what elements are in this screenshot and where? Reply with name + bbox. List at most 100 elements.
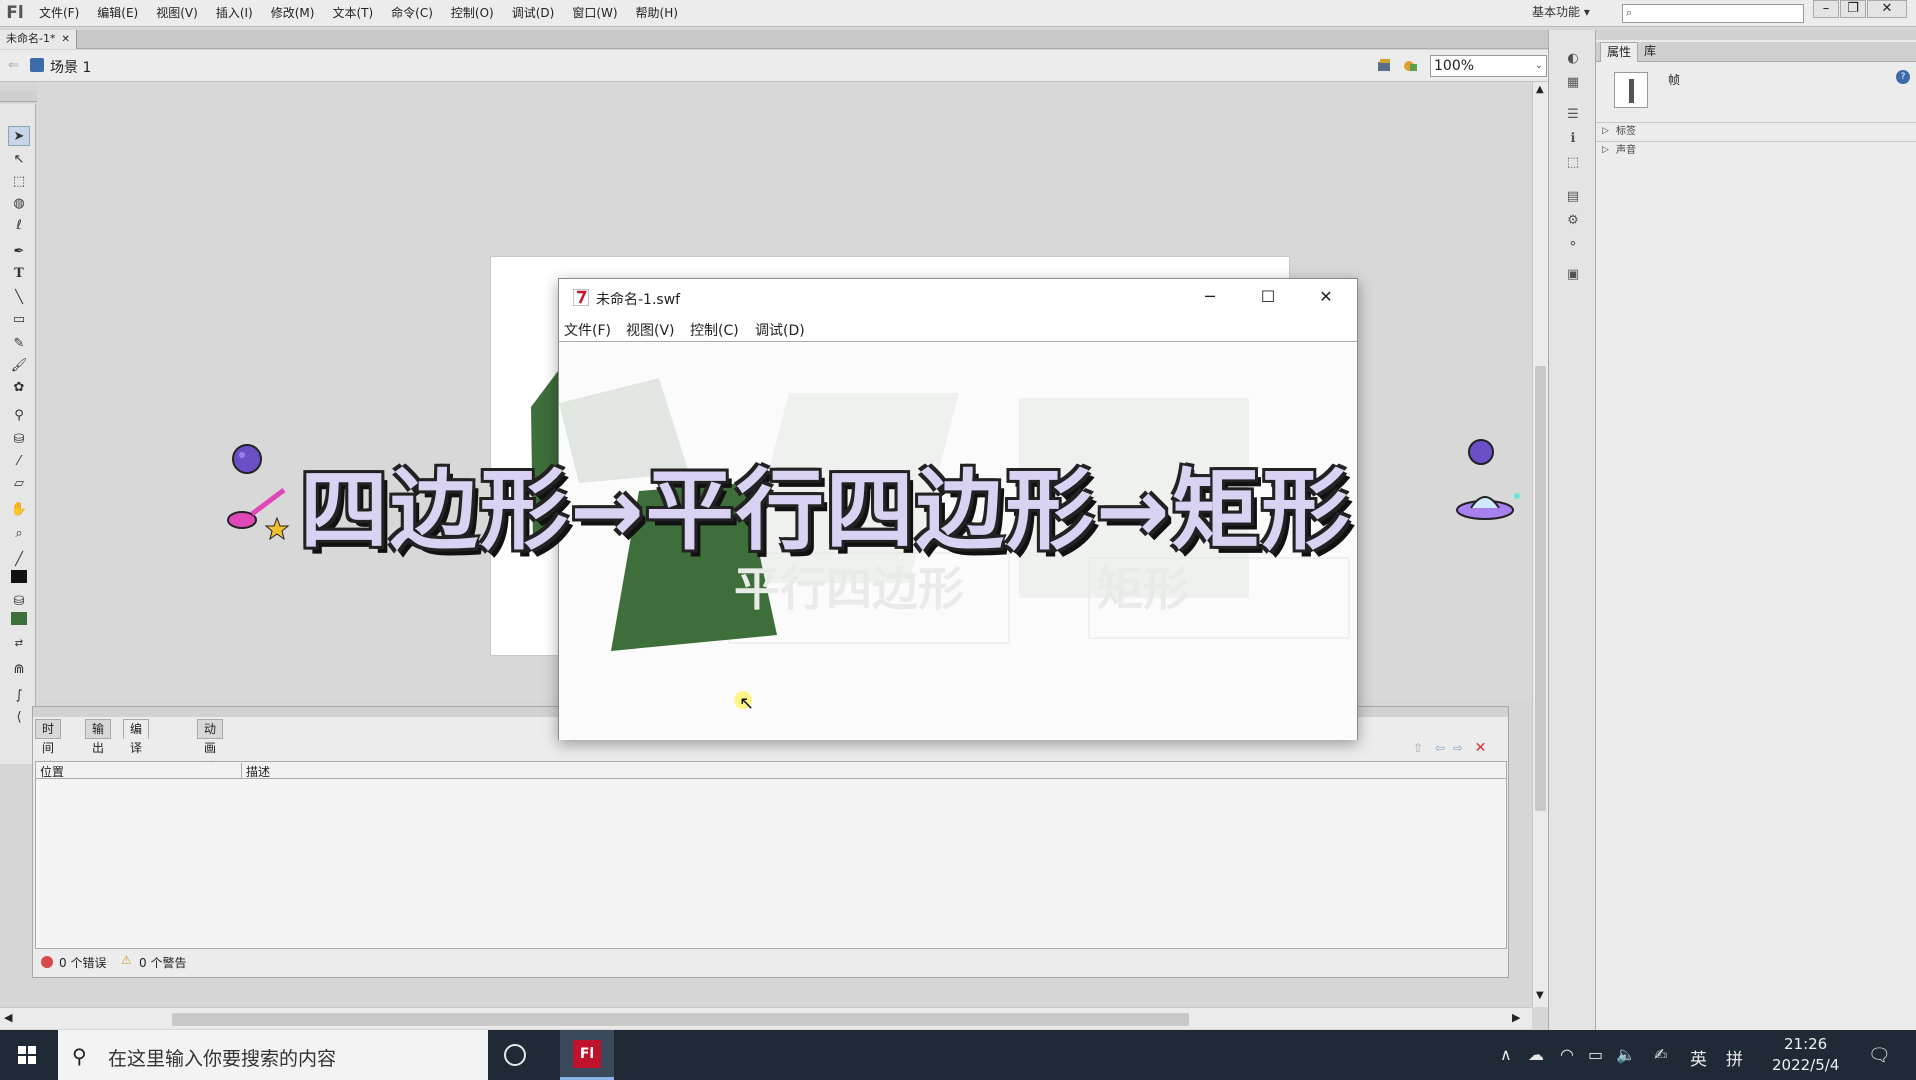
swf-menu-debug[interactable]: 调试(D): [755, 320, 805, 340]
menu-edit[interactable]: 编辑(E): [88, 0, 147, 27]
tab-timeline[interactable]: 时间轴: [35, 719, 62, 774]
horizontal-scrollbar[interactable]: ◀ ▶: [0, 1007, 1532, 1029]
info-panel-icon[interactable]: ℹ: [1564, 130, 1582, 148]
components-panel-icon[interactable]: ⚙: [1564, 212, 1582, 230]
help-icon[interactable]: ?: [1896, 70, 1910, 84]
clock-time[interactable]: 21:26: [1784, 1035, 1827, 1053]
clock-date[interactable]: 2022/5/4: [1772, 1056, 1839, 1074]
3d-rotation-tool-icon[interactable]: ◍: [8, 194, 30, 214]
zoom-tool-icon[interactable]: ⌕: [8, 524, 30, 544]
pencil-tool-icon[interactable]: ✎: [8, 334, 30, 354]
notification-center-icon[interactable]: 🗨: [1868, 1045, 1891, 1066]
swf-maximize-button[interactable]: ☐: [1239, 279, 1297, 316]
menu-control[interactable]: 控制(O): [442, 0, 503, 27]
menu-window[interactable]: 窗口(W): [563, 0, 626, 27]
swf-menu-control[interactable]: 控制(C): [690, 320, 739, 340]
motion-presets-icon[interactable]: ⚬: [1564, 236, 1582, 254]
volume-icon[interactable]: 🔈: [1616, 1045, 1636, 1064]
edit-symbol-icon[interactable]: [1402, 58, 1420, 74]
minimize-button[interactable]: –: [1813, 0, 1839, 18]
column-location[interactable]: 位置: [40, 763, 64, 780]
brush-tool-icon[interactable]: 🖌: [8, 356, 30, 376]
menu-help[interactable]: 帮助(H): [627, 0, 687, 27]
paint-bucket-tool-icon[interactable]: ⛁: [8, 430, 30, 450]
battery-icon[interactable]: ▭: [1588, 1045, 1603, 1064]
swf-menu-view[interactable]: 视图(V): [626, 320, 675, 340]
eraser-tool-icon[interactable]: ▱: [8, 474, 30, 494]
straighten-icon[interactable]: ⟨: [8, 708, 30, 728]
history-panel-icon[interactable]: ▣: [1564, 266, 1582, 284]
selection-tool-icon[interactable]: ➤: [8, 126, 30, 146]
swf-close-button[interactable]: ✕: [1297, 279, 1355, 316]
close-tab-icon[interactable]: ✕: [61, 34, 69, 45]
ime-mode-indicator[interactable]: 拼: [1726, 1045, 1743, 1070]
bone-tool-icon[interactable]: ⚲: [8, 406, 30, 426]
document-tab[interactable]: 未命名-1* ✕: [0, 30, 77, 49]
scroll-thumb[interactable]: [1535, 366, 1546, 811]
back-arrow-icon[interactable]: ⇐: [8, 58, 19, 73]
taskbar-search-box[interactable]: ⚲ 在这里输入你要搜索的内容: [58, 1030, 488, 1080]
swf-minimize-button[interactable]: ─: [1181, 279, 1239, 316]
text-tool-icon[interactable]: T: [8, 264, 30, 284]
pen-tool-icon[interactable]: ✒: [8, 242, 30, 262]
menu-text[interactable]: 文本(T): [323, 0, 382, 27]
zoom-select[interactable]: 100% ⌄: [1430, 55, 1547, 77]
section-sound[interactable]: ▷ 声音: [1596, 141, 1916, 159]
clear-icon[interactable]: ✕: [1475, 740, 1487, 756]
workspace-switcher[interactable]: 基本功能 ▾: [1532, 0, 1590, 27]
menu-debug[interactable]: 调试(D): [503, 0, 564, 27]
rectangle-tool-icon[interactable]: ▭: [8, 310, 30, 330]
lasso-tool-icon[interactable]: ℓ: [8, 216, 30, 236]
taskbar-flash-app[interactable]: Fl: [560, 1030, 614, 1080]
scroll-up-icon[interactable]: ▲: [1536, 84, 1544, 95]
deco-tool-icon[interactable]: ✿: [8, 378, 30, 398]
column-description[interactable]: 描述: [241, 763, 270, 780]
go-to-source-icon[interactable]: ⇧: [1413, 741, 1423, 755]
cortana-icon[interactable]: [504, 1044, 526, 1066]
pen-workspace-icon[interactable]: ✍: [1654, 1045, 1667, 1064]
color-panel-icon[interactable]: ◐: [1564, 50, 1582, 68]
fill-color-swatch[interactable]: [8, 612, 30, 632]
menu-insert[interactable]: 插入(I): [207, 0, 262, 27]
close-button[interactable]: ✕: [1867, 0, 1907, 18]
next-icon[interactable]: ⇨: [1453, 741, 1463, 755]
subselection-tool-icon[interactable]: ↖: [8, 150, 30, 170]
scroll-left-icon[interactable]: ◀: [4, 1011, 12, 1024]
tab-motion-editor[interactable]: 动画编辑器: [197, 719, 224, 812]
smooth-icon[interactable]: ∫: [8, 686, 30, 706]
menu-file[interactable]: 文件(F): [30, 0, 88, 27]
stroke-color-swatch[interactable]: [8, 570, 30, 590]
menu-modify[interactable]: 修改(M): [262, 0, 324, 27]
ime-language-indicator[interactable]: 英: [1690, 1045, 1707, 1070]
eyedropper-tool-icon[interactable]: ⁄: [8, 452, 30, 472]
line-tool-icon[interactable]: ╲: [8, 288, 30, 308]
tab-compiler-errors[interactable]: 编译器错误: [123, 719, 150, 812]
menu-view[interactable]: 视图(V): [147, 0, 207, 27]
wifi-icon[interactable]: ◠: [1560, 1045, 1574, 1064]
menu-commands[interactable]: 命令(C): [382, 0, 442, 27]
scene-label[interactable]: 场景 1: [50, 57, 91, 77]
free-transform-tool-icon[interactable]: ⬚: [8, 172, 30, 192]
swf-menu-file[interactable]: 文件(F): [564, 320, 611, 340]
scroll-down-icon[interactable]: ▼: [1536, 990, 1544, 1001]
code-snippets-icon[interactable]: ▤: [1564, 188, 1582, 206]
tab-properties[interactable]: 属性: [1600, 42, 1639, 62]
swatches-panel-icon[interactable]: ▦: [1564, 74, 1582, 92]
hand-tool-icon[interactable]: ✋: [8, 500, 30, 520]
onedrive-icon[interactable]: ☁: [1528, 1045, 1544, 1064]
swap-colors-icon[interactable]: ⇄: [8, 634, 30, 654]
show-hidden-icons-icon[interactable]: ∧: [1500, 1045, 1512, 1064]
align-panel-icon[interactable]: ☰: [1564, 106, 1582, 124]
scroll-right-icon[interactable]: ▶: [1512, 1011, 1520, 1024]
tab-output[interactable]: 输出: [85, 719, 112, 755]
vertical-scrollbar[interactable]: ▲ ▼: [1532, 82, 1548, 1007]
previous-icon[interactable]: ⇦: [1435, 741, 1445, 755]
section-label[interactable]: ▷ 标签: [1596, 122, 1916, 140]
snap-to-objects-icon[interactable]: ⋒: [8, 660, 30, 680]
swf-titlebar[interactable]: 未命名-1.swf ─ ☐ ✕: [559, 279, 1357, 316]
transform-panel-icon[interactable]: ⬚: [1564, 154, 1582, 172]
edit-scene-icon[interactable]: [1376, 58, 1394, 74]
tab-library[interactable]: 库: [1638, 42, 1662, 62]
help-search-input[interactable]: ⌕: [1622, 4, 1804, 23]
restore-button[interactable]: ❐: [1840, 0, 1866, 18]
